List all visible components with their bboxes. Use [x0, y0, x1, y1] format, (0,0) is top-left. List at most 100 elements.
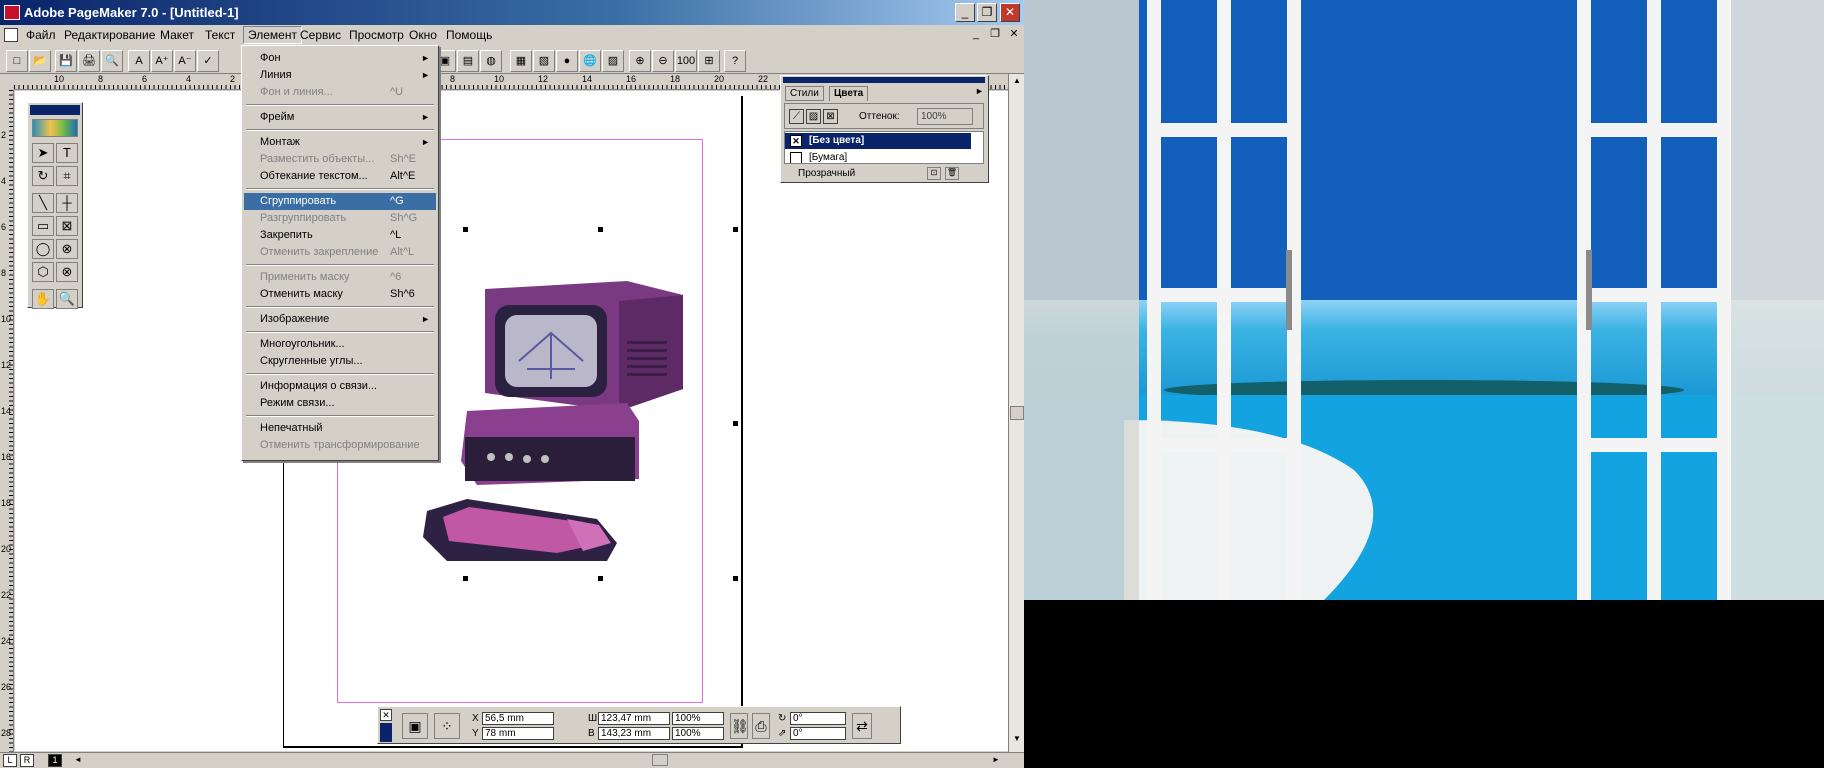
- computer-image[interactable]: [407, 261, 697, 571]
- restore-button[interactable]: ❐: [977, 3, 997, 22]
- fit-icon[interactable]: ⊞: [698, 50, 720, 72]
- pagemaker-app-icon[interactable]: [4, 5, 20, 20]
- menu-item[interactable]: Режим связи...: [244, 395, 436, 412]
- print-icon[interactable]: 🖨: [78, 50, 100, 72]
- frame-icon[interactable]: ▤: [457, 50, 479, 72]
- scroll-left-icon[interactable]: ◄: [74, 755, 82, 764]
- vertical-scrollbar[interactable]: ▲ ▼: [1008, 74, 1024, 752]
- minimize-button[interactable]: _: [955, 3, 975, 22]
- menu-window[interactable]: Окно: [409, 28, 437, 42]
- toolbox-title[interactable]: [30, 105, 80, 115]
- control-close-icon[interactable]: ✕: [380, 709, 392, 721]
- polygon-tool-icon[interactable]: ⬡: [32, 262, 54, 282]
- document-icon[interactable]: [4, 28, 18, 42]
- color-item-none[interactable]: ✕ [Без цвета]: [785, 133, 971, 149]
- zoom-tool-icon[interactable]: 🔍: [56, 289, 78, 309]
- link-icon[interactable]: ◍: [480, 50, 502, 72]
- selection-handle[interactable]: [463, 576, 468, 581]
- horizontal-scroll-thumb[interactable]: [652, 754, 668, 766]
- line-tool-icon[interactable]: ╲: [32, 193, 54, 213]
- apply-icon[interactable]: ▣: [402, 713, 428, 739]
- image-edit-icon[interactable]: ▧: [533, 50, 555, 72]
- palette-title-bar[interactable]: [783, 77, 985, 83]
- selection-handle[interactable]: [463, 227, 468, 232]
- new-color-icon[interactable]: ⊡: [927, 167, 941, 180]
- rectangle-tool-icon[interactable]: ▭: [32, 216, 54, 236]
- rotation-field[interactable]: 0°: [790, 712, 846, 725]
- save-icon[interactable]: 💾: [55, 50, 77, 72]
- globe-icon[interactable]: 🌐: [579, 50, 601, 72]
- spellcheck-icon[interactable]: ✓: [197, 50, 219, 72]
- font-size-down-icon[interactable]: A⁻: [174, 50, 196, 72]
- x-position-field[interactable]: 56,5 mm: [482, 712, 554, 725]
- height-scale-field[interactable]: 100%: [672, 727, 724, 740]
- menu-item[interactable]: Монтаж ►: [244, 134, 436, 151]
- width-scale-field[interactable]: 100%: [672, 712, 724, 725]
- menu-help[interactable]: Помощь: [446, 28, 492, 42]
- new-icon[interactable]: □: [6, 50, 28, 72]
- image-icon[interactable]: ▦: [510, 50, 532, 72]
- menu-item[interactable]: Фон ►: [244, 50, 436, 67]
- scroll-up-icon[interactable]: ▲: [1011, 76, 1023, 88]
- color-item-paper[interactable]: [Бумага]: [785, 150, 971, 163]
- menu-item[interactable]: Фрейм ►: [244, 109, 436, 126]
- stroke-icon[interactable]: ⟋: [789, 109, 804, 124]
- rectangle-frame-tool-icon[interactable]: ⊠: [56, 216, 78, 236]
- menu-item[interactable]: Изображение ►: [244, 311, 436, 328]
- doc-minimize-button[interactable]: _: [968, 27, 984, 43]
- menu-type[interactable]: Текст: [205, 28, 235, 42]
- help-icon[interactable]: ?: [724, 50, 746, 72]
- selection-handle[interactable]: [733, 421, 738, 426]
- font-size-up-icon[interactable]: A⁺: [151, 50, 173, 72]
- menu-file[interactable]: Файл: [26, 28, 56, 42]
- menu-item[interactable]: Непечатный: [244, 420, 436, 437]
- menu-item[interactable]: Многоугольник...: [244, 336, 436, 353]
- zoom-out-icon[interactable]: ⊖: [652, 50, 674, 72]
- right-master-page[interactable]: R: [20, 754, 34, 767]
- menu-view[interactable]: Просмотр: [349, 28, 404, 42]
- skew-field[interactable]: 0°: [790, 727, 846, 740]
- page-1-icon[interactable]: 1: [48, 754, 62, 767]
- menu-item[interactable]: Закрепить ^L: [244, 227, 436, 244]
- menu-item[interactable]: Скругленные углы...: [244, 353, 436, 370]
- scroll-down-icon[interactable]: ▼: [1011, 734, 1023, 746]
- width-field[interactable]: 123,47 mm: [598, 712, 670, 725]
- selection-handle[interactable]: [733, 227, 738, 232]
- doc-restore-button[interactable]: ❐: [987, 27, 1003, 43]
- menu-item[interactable]: Обтекание текстом... Alt^E: [244, 168, 436, 185]
- close-button[interactable]: ✕: [1000, 3, 1020, 22]
- tab-styles[interactable]: Стили: [785, 86, 824, 101]
- title-bar[interactable]: Adobe PageMaker 7.0 - [Untitled-1] _ ❐ ✕: [0, 0, 1024, 25]
- pasteboard[interactable]: [15, 91, 1009, 751]
- color-icon[interactable]: ●: [556, 50, 578, 72]
- doc-close-button[interactable]: ✕: [1006, 27, 1022, 43]
- zoom-in-icon[interactable]: ⊕: [629, 50, 651, 72]
- pointer-tool-icon[interactable]: ➤: [32, 143, 54, 163]
- menu-item[interactable]: Информация о связи...: [244, 378, 436, 395]
- fill-and-stroke-icon[interactable]: ⊠: [823, 109, 838, 124]
- control-palette-grip[interactable]: [380, 723, 392, 742]
- crop-tool-icon[interactable]: ⌗: [56, 166, 78, 186]
- constrained-line-tool-icon[interactable]: ┼: [56, 193, 78, 213]
- left-master-page[interactable]: L: [3, 754, 17, 767]
- selection-handle[interactable]: [733, 576, 738, 581]
- pdf-icon[interactable]: ▨: [602, 50, 624, 72]
- ellipse-frame-tool-icon[interactable]: ⊗: [56, 239, 78, 259]
- menu-edit[interactable]: Редактирование: [64, 28, 155, 42]
- selection-handle[interactable]: [598, 227, 603, 232]
- menu-utilities[interactable]: Сервис: [300, 28, 341, 42]
- scroll-thumb[interactable]: [1010, 406, 1024, 420]
- find-icon[interactable]: 🔍: [101, 50, 123, 72]
- menu-item[interactable]: Отменить маску Sh^6: [244, 286, 436, 303]
- tab-colors[interactable]: Цвета: [829, 86, 869, 101]
- hand-tool-icon[interactable]: ✋: [32, 289, 54, 309]
- proxy-icon[interactable]: ⁘: [434, 713, 460, 739]
- rotate-tool-icon[interactable]: ↻: [32, 166, 54, 186]
- ellipse-tool-icon[interactable]: ◯: [32, 239, 54, 259]
- polygon-frame-tool-icon[interactable]: ⊗: [56, 262, 78, 282]
- menu-layout[interactable]: Макет: [160, 28, 194, 42]
- font-A-icon[interactable]: A: [128, 50, 150, 72]
- palette-menu-arrow-icon[interactable]: ►: [975, 86, 984, 96]
- proportional-scaling-icon[interactable]: ⛓: [730, 713, 749, 739]
- fill-icon[interactable]: ▨: [806, 109, 821, 124]
